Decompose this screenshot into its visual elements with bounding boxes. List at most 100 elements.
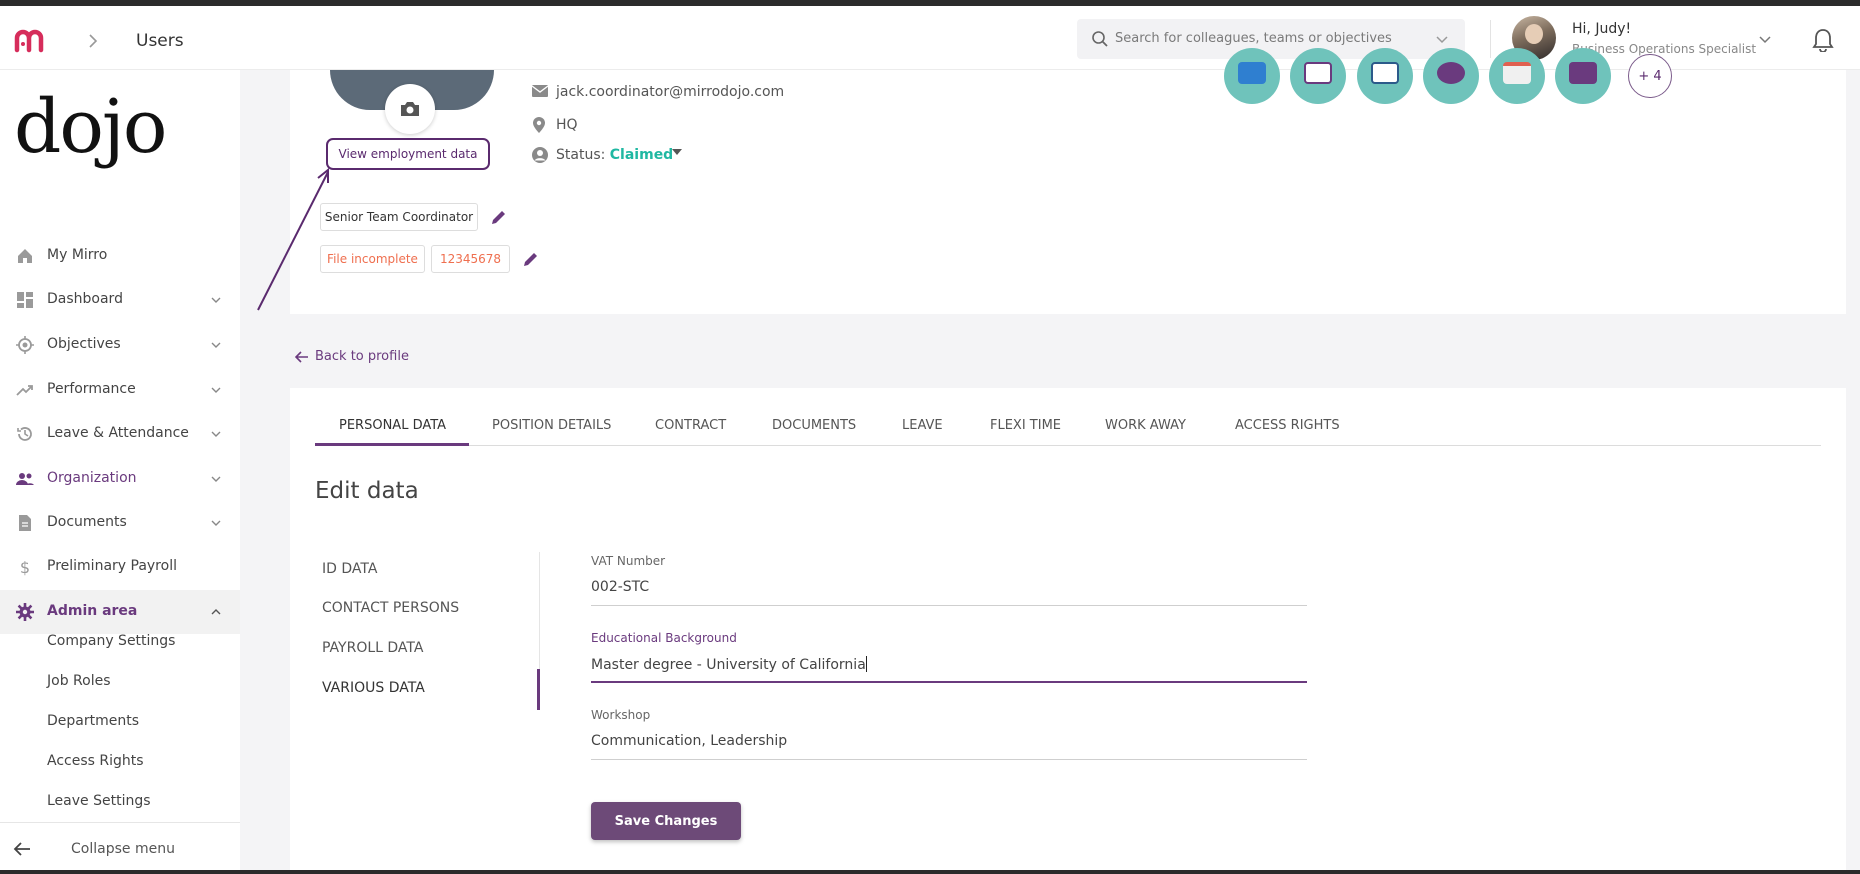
sidebar-subitem-company-settings[interactable]: Company Settings bbox=[47, 633, 175, 649]
camera-icon bbox=[401, 102, 419, 116]
educational-background-value: Master degree - University of California bbox=[591, 657, 866, 673]
svg-text:$: $ bbox=[20, 558, 30, 576]
dollar-icon: $ bbox=[20, 558, 30, 576]
edit-pencil-icon[interactable] bbox=[522, 250, 540, 268]
breadcrumb-chevron-icon bbox=[89, 34, 98, 48]
save-changes-button[interactable]: Save Changes bbox=[591, 802, 741, 840]
people-icon bbox=[16, 473, 34, 485]
sidebar-item-label: Performance bbox=[47, 381, 136, 397]
tab-leave[interactable]: LEAVE bbox=[902, 418, 943, 433]
text-cursor bbox=[865, 656, 867, 672]
profile-status: Status: Claimed bbox=[556, 147, 673, 163]
active-tab-indicator bbox=[315, 443, 469, 446]
sidebar-subitem-leave-settings[interactable]: Leave Settings bbox=[47, 793, 151, 809]
user-greeting[interactable]: Hi, Judy! bbox=[1572, 21, 1631, 37]
educational-background-field[interactable]: Master degree - University of California bbox=[591, 656, 1307, 673]
workshop-field[interactable]: Communication, Leadership bbox=[591, 733, 1307, 749]
tab-documents[interactable]: DOCUMENTS bbox=[772, 418, 856, 433]
tab-work-away[interactable]: WORK AWAY bbox=[1105, 418, 1186, 433]
tab-personal-data[interactable]: PERSONAL DATA bbox=[339, 418, 446, 433]
sidebar-item-objectives[interactable]: Objectives bbox=[0, 323, 240, 367]
account-circle-icon bbox=[532, 147, 548, 163]
badge-icon[interactable] bbox=[1555, 48, 1611, 104]
chevron-down-icon bbox=[211, 476, 221, 482]
edit-pencil-icon[interactable] bbox=[490, 208, 508, 226]
window-bottom-strip bbox=[0, 870, 1860, 874]
field-underline-focused bbox=[591, 681, 1307, 683]
field-underline bbox=[591, 605, 1307, 606]
sidebar-item-preliminary-payroll[interactable]: $ Preliminary Payroll bbox=[0, 545, 240, 589]
collapse-menu-button[interactable]: Collapse menu bbox=[71, 841, 175, 857]
edit-data-card bbox=[290, 388, 1846, 874]
badge-icon[interactable] bbox=[1357, 48, 1413, 104]
chevron-down-icon bbox=[211, 387, 221, 393]
more-badges-button[interactable]: + 4 bbox=[1628, 54, 1672, 98]
sidebar-item-label: Dashboard bbox=[47, 291, 123, 307]
search-bar[interactable]: Search for colleagues, teams or objectiv… bbox=[1077, 19, 1465, 59]
change-photo-button[interactable] bbox=[385, 84, 435, 134]
sidebar-item-leave-attendance[interactable]: Leave & Attendance bbox=[0, 412, 240, 456]
breadcrumb-title[interactable]: Users bbox=[136, 31, 184, 51]
profile-location: HQ bbox=[556, 117, 578, 133]
sidebar-item-organization[interactable]: Organization bbox=[0, 457, 240, 501]
search-icon bbox=[1092, 31, 1108, 47]
sidebar-item-documents[interactable]: Documents bbox=[0, 501, 240, 545]
tab-access-rights[interactable]: ACCESS RIGHTS bbox=[1235, 418, 1340, 433]
active-subtab-indicator bbox=[537, 669, 540, 710]
vat-number-field[interactable]: 002-STC bbox=[591, 579, 1307, 595]
sidebar-item-admin-area[interactable]: Admin area bbox=[0, 590, 240, 634]
chevron-down-icon[interactable] bbox=[1758, 32, 1772, 46]
tab-position-details[interactable]: POSITION DETAILS bbox=[492, 418, 611, 433]
sidebar-item-performance[interactable]: Performance bbox=[0, 368, 240, 412]
sidebar-item-label: Admin area bbox=[47, 603, 138, 619]
subtab-various-data[interactable]: VARIOUS DATA bbox=[322, 680, 425, 696]
badge-icon[interactable] bbox=[1489, 48, 1545, 104]
caret-down-icon[interactable] bbox=[672, 149, 682, 155]
status-value[interactable]: Claimed bbox=[610, 147, 673, 163]
educational-background-label: Educational Background bbox=[591, 631, 737, 645]
profile-email[interactable]: jack.coordinator@mirrodojo.com bbox=[556, 84, 784, 100]
chevron-down-icon bbox=[211, 520, 221, 526]
arrow-left-icon[interactable] bbox=[12, 840, 32, 858]
sidebar-item-label: Preliminary Payroll bbox=[47, 558, 177, 574]
file-number-tag: 12345678 bbox=[431, 245, 510, 273]
sidebar-item-dashboard[interactable]: Dashboard bbox=[0, 278, 240, 322]
chevron-down-icon[interactable] bbox=[1435, 32, 1449, 46]
status-label: Status: bbox=[556, 147, 606, 163]
mirro-logo-icon[interactable] bbox=[14, 28, 50, 54]
sidebar-item-my-mirro[interactable]: My Mirro bbox=[0, 234, 240, 278]
home-icon bbox=[18, 249, 32, 263]
sidebar-item-label: Leave & Attendance bbox=[47, 425, 189, 441]
sidebar-divider bbox=[0, 822, 240, 823]
position-tag: Senior Team Coordinator bbox=[320, 203, 478, 231]
search-placeholder[interactable]: Search for colleagues, teams or objectiv… bbox=[1115, 31, 1392, 46]
tabs-divider bbox=[315, 445, 1821, 446]
workshop-label: Workshop bbox=[591, 708, 651, 722]
document-icon bbox=[19, 515, 31, 531]
sidebar-subitem-job-roles[interactable]: Job Roles bbox=[47, 673, 111, 689]
subtab-id-data[interactable]: ID DATA bbox=[322, 561, 377, 577]
view-employment-data-button[interactable]: View employment data bbox=[326, 138, 490, 170]
dojo-logo[interactable]: dojo bbox=[14, 90, 167, 164]
badge-icon[interactable] bbox=[1290, 48, 1346, 104]
file-status-tag: File incomplete bbox=[320, 245, 425, 273]
target-icon bbox=[16, 336, 34, 354]
field-underline bbox=[591, 759, 1307, 760]
sidebar-item-label: My Mirro bbox=[47, 247, 108, 263]
back-link-label: Back to profile bbox=[315, 349, 409, 364]
vat-number-label: VAT Number bbox=[591, 554, 666, 568]
chevron-down-icon bbox=[211, 297, 221, 303]
subtab-payroll-data[interactable]: PAYROLL DATA bbox=[322, 640, 423, 656]
location-icon bbox=[533, 117, 545, 133]
sidebar-subitem-access-rights[interactable]: Access Rights bbox=[47, 753, 144, 769]
page-title: Edit data bbox=[315, 478, 419, 504]
subtab-contact-persons[interactable]: CONTACT PERSONS bbox=[322, 600, 459, 616]
tab-flexi-time[interactable]: FLEXI TIME bbox=[990, 418, 1061, 433]
bell-icon[interactable] bbox=[1812, 28, 1834, 52]
badge-icon[interactable] bbox=[1423, 48, 1479, 104]
sidebar-subitem-departments[interactable]: Departments bbox=[47, 713, 139, 729]
badge-icon[interactable] bbox=[1224, 48, 1280, 104]
history-icon bbox=[17, 427, 32, 441]
annotation-arrow bbox=[257, 167, 329, 311]
tab-contract[interactable]: CONTRACT bbox=[655, 418, 726, 433]
